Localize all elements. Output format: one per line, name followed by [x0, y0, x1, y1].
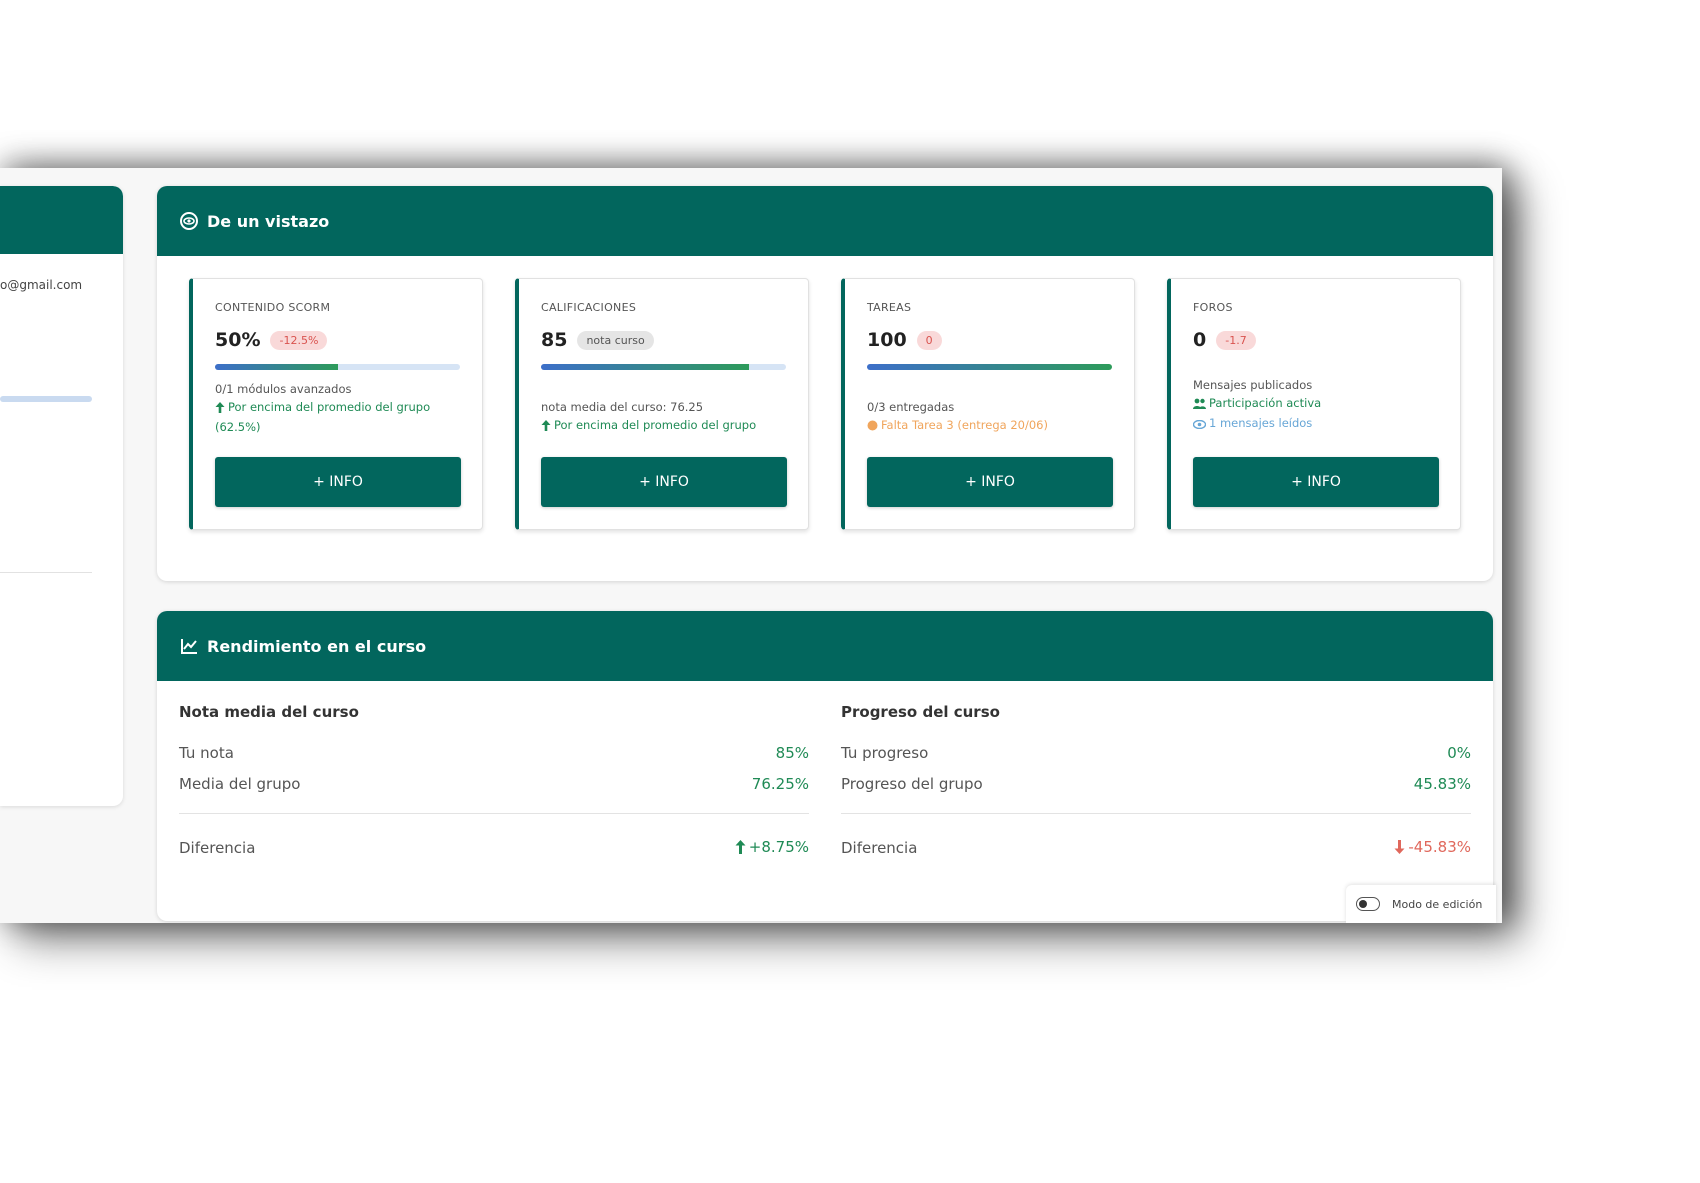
grades-progress	[541, 364, 786, 370]
scorm-modules-text: 0/1 módulos avanzados	[215, 382, 352, 396]
forums-card: FOROS 0 -1.7 Mensajes publicados Partici…	[1167, 278, 1461, 530]
scorm-card: CONTENIDO SCORM 50% -12.5% 0/1 módulos a…	[189, 278, 483, 530]
grades-label: CALIFICACIONES	[541, 301, 637, 314]
scorm-above-average: Por encima del promedio del grupo (62.5%…	[215, 400, 431, 434]
tasks-label: TAREAS	[867, 301, 912, 314]
forums-badge: -1.7	[1216, 330, 1256, 350]
arrow-up-icon	[215, 400, 225, 418]
group-progress-row: Progreso del grupo 45.83%	[841, 774, 1471, 793]
edit-mode-toggle[interactable]: Modo de edición	[1346, 885, 1496, 923]
app-window: o@gmail.com De un vistazo CONTENIDO SCOR…	[0, 168, 1502, 923]
tasks-card: TAREAS 100 0 0/3 entregadas Falta Tarea …	[841, 278, 1135, 530]
edit-mode-label: Modo de edición	[1392, 897, 1483, 911]
performance-section: Rendimiento en el curso Nota media del c…	[157, 611, 1493, 921]
forums-read-messages: 1 mensajes leídos	[1192, 414, 1438, 434]
progress-difference-row: Diferencia -45.83%	[841, 837, 1471, 858]
performance-header: Rendimiento en el curso	[157, 611, 1493, 681]
forums-info-button[interactable]: + INFO	[1193, 457, 1439, 507]
grades-card: CALIFICACIONES 85 nota curso nota media …	[515, 278, 809, 530]
eye-icon	[1192, 416, 1207, 434]
arrow-down-icon	[1394, 839, 1405, 858]
tasks-delivered-text: 0/3 entregadas	[867, 400, 955, 414]
grades-average-text: nota media del curso: 76.25	[541, 400, 704, 414]
grades-badge: nota curso	[577, 330, 654, 350]
profile-panel-header	[0, 186, 123, 254]
grades-above-average: Por encima del promedio del grupo	[541, 416, 786, 436]
overview-title: De un vistazo	[207, 211, 330, 231]
profile-progress-bar	[0, 396, 92, 402]
grades-info-button[interactable]: + INFO	[541, 457, 787, 507]
your-grade-row: Tu nota 85%	[179, 743, 809, 762]
profile-email: o@gmail.com	[0, 278, 83, 292]
grades-value: 85	[541, 329, 568, 351]
tasks-progress	[867, 364, 1112, 370]
scorm-progress	[215, 364, 460, 370]
tasks-info-button[interactable]: + INFO	[867, 457, 1113, 507]
grade-difference-row: Diferencia +8.75%	[179, 837, 809, 858]
grade-average-title: Nota media del curso	[179, 703, 359, 721]
line-chart-icon	[179, 636, 199, 656]
arrow-up-icon	[735, 839, 746, 858]
warning-dot-icon	[867, 418, 878, 436]
scorm-label: CONTENIDO SCORM	[215, 301, 331, 314]
users-icon	[1193, 396, 1206, 414]
performance-title: Rendimiento en el curso	[207, 636, 427, 656]
forums-label: FOROS	[1193, 301, 1233, 314]
course-progress-title: Progreso del curso	[841, 703, 1000, 721]
profile-divider	[0, 572, 92, 573]
course-progress-column: Progreso del curso Tu progreso 0% Progre…	[841, 703, 1471, 863]
your-progress-row: Tu progreso 0%	[841, 743, 1471, 762]
forums-participation: Participación activa	[1193, 394, 1438, 414]
scorm-badge: -12.5%	[270, 330, 328, 350]
scorm-value: 50%	[215, 329, 261, 351]
scorm-info-button[interactable]: + INFO	[215, 457, 461, 507]
grade-average-column: Nota media del curso Tu nota 85% Media d…	[179, 703, 809, 863]
tasks-value: 100	[867, 329, 907, 351]
profile-panel: o@gmail.com	[0, 186, 123, 806]
toggle-switch-icon[interactable]	[1356, 897, 1380, 911]
tasks-badge: 0	[916, 330, 942, 350]
eye-icon	[179, 211, 199, 231]
tasks-missing-warning: Falta Tarea 3 (entrega 20/06)	[867, 416, 1112, 436]
forums-messages-text: Mensajes publicados	[1193, 378, 1313, 392]
group-average-row: Media del grupo 76.25%	[179, 774, 809, 793]
forums-value: 0	[1193, 329, 1207, 351]
grade-divider	[179, 813, 809, 814]
arrow-up-icon	[541, 418, 551, 436]
stat-cards: CONTENIDO SCORM 50% -12.5% 0/1 módulos a…	[189, 278, 1461, 530]
overview-section: De un vistazo CONTENIDO SCORM 50% -12.5%…	[157, 186, 1493, 581]
progress-divider	[841, 813, 1471, 814]
overview-header: De un vistazo	[157, 186, 1493, 256]
